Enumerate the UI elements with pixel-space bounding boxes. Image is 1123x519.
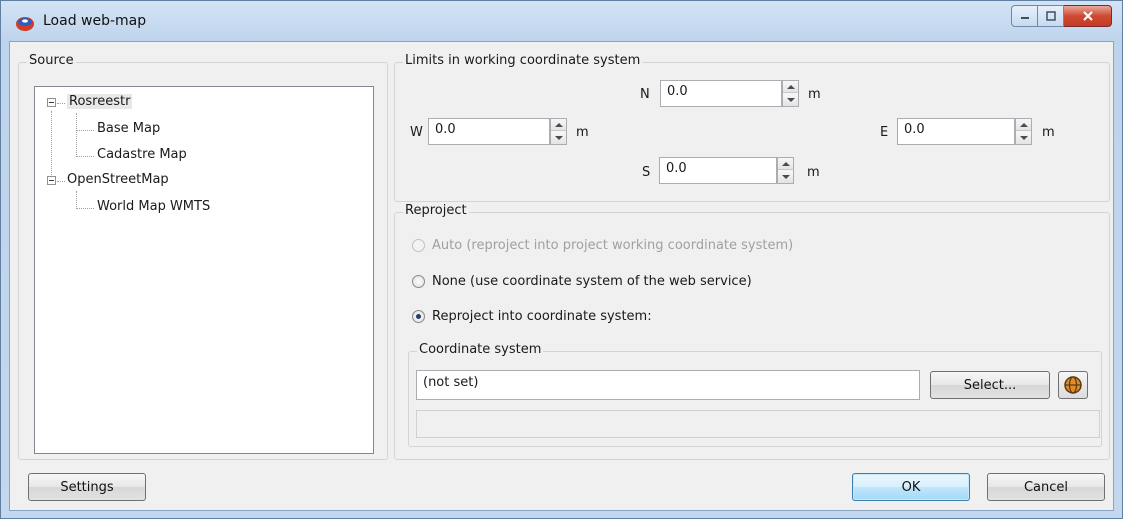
east-spinner[interactable] <box>1015 118 1032 145</box>
caption-buttons <box>1011 5 1112 27</box>
coordinate-system-field[interactable]: (not set) <box>416 370 920 400</box>
cancel-button[interactable]: Cancel <box>987 473 1105 501</box>
expand-rosreestr-toggle[interactable] <box>47 98 56 107</box>
source-group-title: Source <box>27 53 76 68</box>
tree-item-world-map-wmts[interactable]: World Map WMTS <box>97 199 210 214</box>
north-spin-up-button[interactable] <box>783 81 798 93</box>
coordinate-system-group-title: Coordinate system <box>417 342 544 357</box>
window-title: Load web-map <box>43 13 147 29</box>
north-unit: m <box>808 87 821 102</box>
south-label: S <box>642 165 651 180</box>
auto-reproject-option: Auto (reproject into project working coo… <box>412 238 793 253</box>
globe-button[interactable] <box>1058 371 1088 399</box>
auto-reproject-label: Auto (reproject into project working coo… <box>432 238 794 253</box>
arrow-up-icon <box>1019 122 1028 127</box>
settings-button[interactable]: Settings <box>28 473 146 501</box>
custom-reproject-option[interactable]: Reproject into coordinate system: <box>412 309 652 324</box>
south-spin-down-button[interactable] <box>778 171 793 183</box>
none-reproject-option[interactable]: None (use coordinate system of the web s… <box>412 274 752 289</box>
arrow-up-icon <box>781 161 790 166</box>
custom-reproject-label[interactable]: Reproject into coordinate system: <box>432 309 652 324</box>
arrow-down-icon <box>554 136 563 140</box>
arrow-up-icon <box>786 84 795 89</box>
east-spin-down-button[interactable] <box>1016 132 1031 144</box>
east-spin-up-button[interactable] <box>1016 119 1031 131</box>
north-input[interactable]: 0.0 <box>660 80 782 107</box>
west-spin-up-button[interactable] <box>551 119 566 131</box>
tree-item-openstreetmap[interactable]: OpenStreetMap <box>67 172 169 187</box>
south-unit: m <box>807 165 820 180</box>
tree-item-cadastre-map[interactable]: Cadastre Map <box>97 147 187 162</box>
coordinate-system-details-field <box>416 410 1100 438</box>
limits-group-title: Limits in working coordinate system <box>403 53 643 68</box>
none-reproject-label[interactable]: None (use coordinate system of the web s… <box>432 274 752 289</box>
arrow-down-icon <box>786 98 795 102</box>
select-coordinate-system-button[interactable]: Select... <box>930 371 1050 399</box>
north-label: N <box>640 87 650 102</box>
south-spin-up-button[interactable] <box>778 158 793 170</box>
none-reproject-radio[interactable] <box>412 275 425 288</box>
north-spinner[interactable] <box>782 80 799 107</box>
ok-button[interactable]: OK <box>852 473 970 501</box>
title-bar[interactable]: Load web-map <box>1 1 1122 41</box>
close-icon <box>1082 11 1093 21</box>
load-web-map-dialog: Load web-map Source Rosreestr Base Map C… <box>0 0 1123 519</box>
west-spinner[interactable] <box>550 118 567 145</box>
custom-reproject-radio[interactable] <box>412 310 425 323</box>
west-label: W <box>410 125 423 140</box>
west-spin-down-button[interactable] <box>551 132 566 144</box>
west-input[interactable]: 0.0 <box>428 118 550 145</box>
dialog-client-area: Source Rosreestr Base Map Cadastre Map O… <box>9 41 1114 511</box>
web-map-app-icon <box>16 17 34 31</box>
east-label: E <box>880 125 889 140</box>
arrow-down-icon <box>781 175 790 179</box>
minimize-button[interactable] <box>1011 5 1038 27</box>
east-unit: m <box>1042 125 1055 140</box>
south-spinner[interactable] <box>777 157 794 184</box>
maximize-icon <box>1045 11 1056 21</box>
west-unit: m <box>576 125 589 140</box>
source-tree[interactable]: Rosreestr Base Map Cadastre Map OpenStre… <box>34 86 374 454</box>
minimize-icon <box>1020 17 1029 19</box>
maximize-button[interactable] <box>1038 5 1064 27</box>
reproject-group-title: Reproject <box>403 203 469 218</box>
north-spin-down-button[interactable] <box>783 94 798 106</box>
east-input[interactable]: 0.0 <box>897 118 1015 145</box>
close-button[interactable] <box>1064 5 1112 27</box>
arrow-down-icon <box>1019 136 1028 140</box>
south-input[interactable]: 0.0 <box>659 157 777 184</box>
auto-reproject-radio <box>412 239 425 252</box>
tree-item-base-map[interactable]: Base Map <box>97 121 160 136</box>
expand-openstreetmap-toggle[interactable] <box>47 176 56 185</box>
globe-icon <box>1064 376 1082 394</box>
tree-item-rosreestr[interactable]: Rosreestr <box>67 94 133 109</box>
arrow-up-icon <box>554 122 563 127</box>
